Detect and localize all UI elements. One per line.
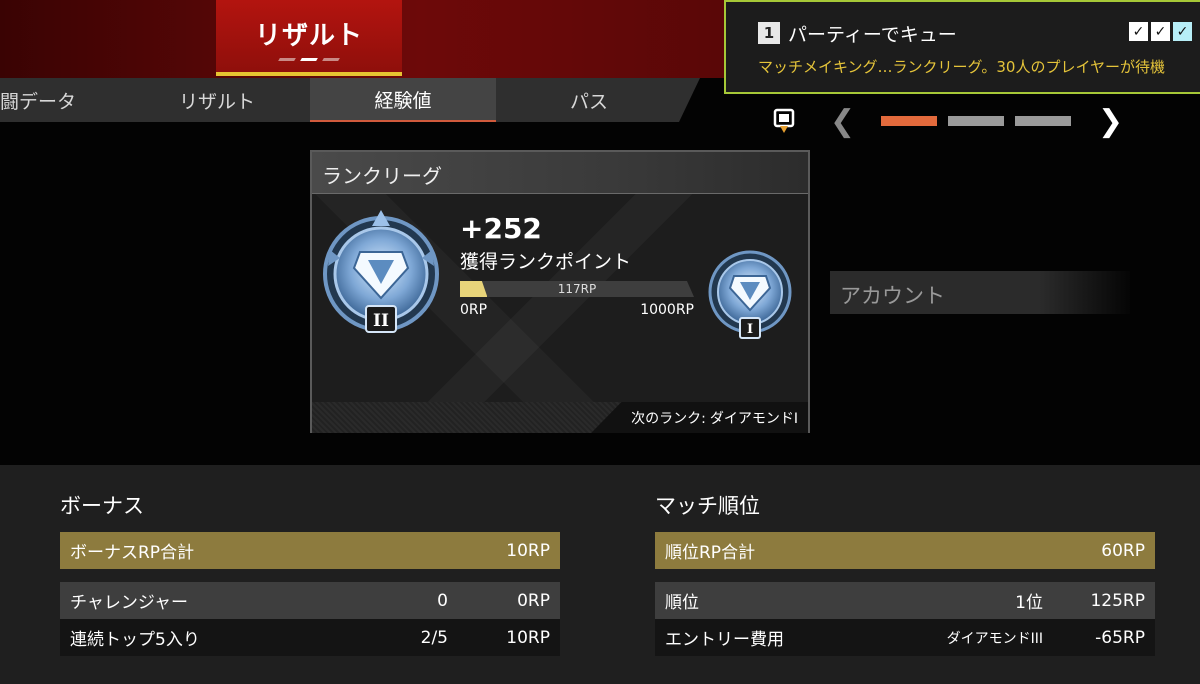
next-rank: 次のランク: ダイアモンドI — [591, 402, 808, 433]
matchmaking-status: マッチメイキング…ランクリーグ。30人のプレイヤーが待機 — [758, 58, 1165, 76]
lock-icon[interactable] — [772, 108, 796, 134]
placement-total-row: 順位RP合計 60RP — [655, 532, 1155, 569]
next-rank-label: 次のランク: — [631, 410, 706, 427]
prev-page-arrow-icon[interactable]: ❮ — [830, 104, 855, 139]
rp-progress-min: 0RP — [460, 302, 488, 318]
rp-progress-bar: 117RP — [460, 281, 694, 297]
current-tier-numeral: II — [373, 311, 389, 331]
bonus-row-rp: 10RP — [506, 627, 550, 648]
title-dash — [322, 58, 340, 61]
table-row: チャレンジャー 0 0RP — [60, 582, 560, 619]
placement-row-label: 順位 — [665, 593, 699, 613]
placement-total-label: 順位RP合計 — [665, 543, 756, 563]
queue-number-badge: 1 — [758, 22, 780, 44]
next-page-arrow-icon[interactable]: ❯ — [1098, 104, 1123, 139]
placement-row-value: 1位 — [1015, 593, 1043, 613]
ready-check-icon: ✓ — [1129, 22, 1148, 41]
next-rank-value: ダイアモンドI — [709, 410, 798, 427]
pager-dot[interactable] — [1015, 116, 1071, 126]
party-ready-checks: ✓ ✓ ✓ — [1129, 22, 1192, 41]
page-title-tab: リザルト — [216, 0, 402, 76]
bonus-total-rp: 10RP — [506, 540, 550, 561]
bonus-title: ボーナス — [60, 494, 144, 518]
bonus-total-row: ボーナスRP合計 10RP — [60, 532, 560, 569]
placement-title: マッチ順位 — [655, 494, 760, 518]
bonus-total-label: ボーナスRP合計 — [70, 543, 195, 563]
next-tier-numeral: I — [747, 322, 753, 337]
account-section-header[interactable]: アカウント — [830, 271, 1130, 314]
tab-bar: 闘データ リザルト 経験値 パス — [0, 78, 700, 122]
pager-dot-active[interactable] — [881, 116, 937, 126]
placement-row-value: ダイアモンドIII — [946, 630, 1043, 647]
placement-row-rp: -65RP — [1095, 627, 1145, 648]
rp-progress-max: 1000RP — [640, 302, 694, 318]
rank-card-header: ランクリーグ — [312, 152, 808, 194]
bonus-row-value: 2/5 — [420, 627, 448, 648]
placement-row-rp: 125RP — [1090, 590, 1145, 611]
rp-progress-current: 117RP — [557, 282, 597, 296]
rank-card-footer: 次のランク: ダイアモンドI — [312, 402, 808, 433]
bonus-row-label: 連続トップ5入り — [70, 630, 200, 650]
pager-dot[interactable] — [948, 116, 1004, 126]
party-queue-panel: 1 パーティーでキュー ✓ ✓ ✓ マッチメイキング…ランクリーグ。30人のプレ… — [724, 0, 1200, 94]
title-dash — [278, 58, 296, 61]
title-page-indicator — [278, 58, 340, 61]
tab-match-data[interactable]: 闘データ — [0, 78, 124, 122]
placement-row-label: エントリー費用 — [665, 630, 784, 650]
diamond-rank-badge-icon: II — [323, 210, 439, 333]
diamond-next-rank-badge-icon: I — [708, 250, 792, 339]
rank-card-title: ランクリーグ — [322, 164, 442, 188]
bonus-row-value: 0 — [437, 590, 448, 611]
table-row: 連続トップ5入り 2/5 10RP — [60, 619, 560, 656]
rp-gained-value: +252 — [460, 212, 542, 245]
tab-experience[interactable]: 経験値 — [310, 78, 496, 122]
party-queue-title: パーティーでキュー — [788, 24, 957, 46]
ready-check-icon: ✓ — [1173, 22, 1192, 41]
rp-gained-label: 獲得ランクポイント — [460, 251, 632, 273]
placement-total-rp: 60RP — [1101, 540, 1145, 561]
ready-check-icon: ✓ — [1151, 22, 1170, 41]
tab-pass[interactable]: パス — [496, 78, 682, 122]
table-row: 順位 1位 125RP — [655, 582, 1155, 619]
bonus-row-rp: 0RP — [517, 590, 550, 611]
title-dash-active — [300, 58, 318, 61]
tab-result[interactable]: リザルト — [124, 78, 310, 122]
table-row: エントリー費用 ダイアモンドIII -65RP — [655, 619, 1155, 656]
page-title: リザルト — [254, 21, 363, 51]
bonus-row-label: チャレンジャー — [70, 593, 188, 613]
